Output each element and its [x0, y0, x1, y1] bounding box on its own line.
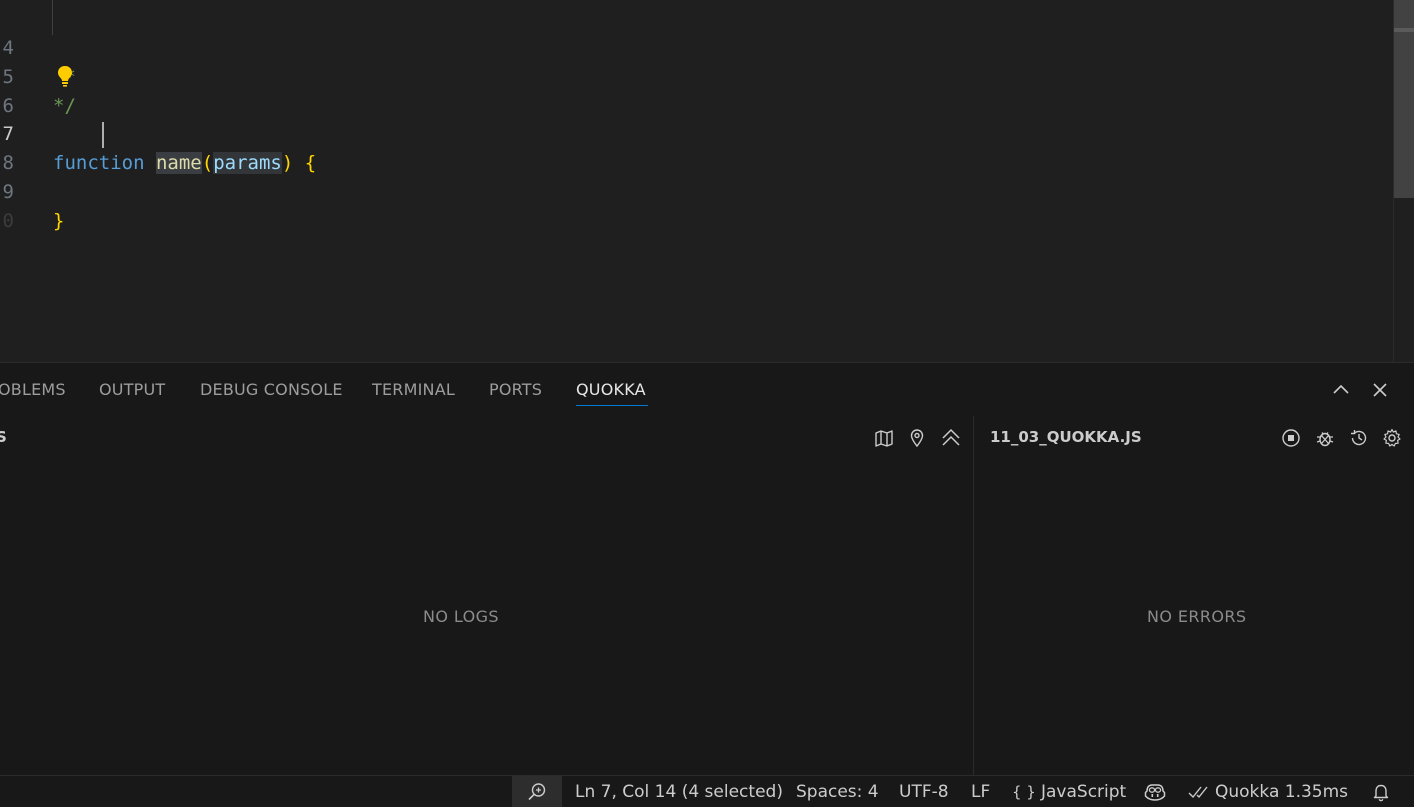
- code-line[interactable]: 6: [0, 63, 1390, 117]
- code-line[interactable]: 7 function name(params) {: [0, 91, 1390, 174]
- vscode-window: 4 * 5 */ 6 7 function name(params) { 8: [0, 0, 1414, 807]
- errors-title: 11_03_QUOKKA.JS: [990, 428, 1142, 446]
- active-tab-indicator: [576, 405, 648, 406]
- subpanel-splitter[interactable]: [973, 416, 974, 776]
- bell-icon[interactable]: [1371, 782, 1391, 802]
- tab-ports[interactable]: PORTS: [489, 380, 542, 399]
- language-mode[interactable]: JavaScript: [1041, 776, 1126, 807]
- lightbulb-icon[interactable]: [56, 65, 74, 87]
- text-cursor: [102, 122, 104, 148]
- tab-output[interactable]: OUTPUT: [99, 380, 165, 399]
- location-pin-icon[interactable]: [906, 427, 928, 449]
- map-icon[interactable]: [873, 427, 895, 449]
- history-icon[interactable]: [1348, 427, 1370, 449]
- debug-icon[interactable]: [1314, 427, 1336, 449]
- zoom-in-icon: [527, 782, 547, 802]
- quokka-status[interactable]: Quokka 1.35ms: [1215, 776, 1348, 807]
- indentation-setting[interactable]: Spaces: 4: [796, 776, 879, 807]
- line-ending[interactable]: LF: [971, 776, 990, 807]
- file-encoding[interactable]: UTF-8: [899, 776, 949, 807]
- code-editor[interactable]: 4 * 5 */ 6 7 function name(params) { 8: [0, 0, 1414, 362]
- code-line[interactable]: 9 }: [0, 149, 1390, 232]
- tab-quokka[interactable]: QUOKKA: [576, 380, 646, 399]
- tab-problems[interactable]: OBLEMS: [0, 380, 66, 399]
- code-line[interactable]: 8: [0, 120, 1390, 174]
- maximize-panel-icon[interactable]: [1330, 379, 1352, 401]
- code-line[interactable]: 4 *: [0, 5, 1390, 88]
- close-panel-icon[interactable]: [1369, 379, 1391, 401]
- tab-debug-console[interactable]: DEBUG CONSOLE: [200, 380, 343, 399]
- tab-terminal[interactable]: TERMINAL: [372, 380, 455, 399]
- panel-tab-bar: OBLEMS OUTPUT DEBUG CONSOLE TERMINAL POR…: [0, 363, 1414, 416]
- no-errors-message: NO ERRORS: [1147, 607, 1247, 626]
- code-line[interactable]: 5 */: [0, 34, 1390, 117]
- logs-title: S: [0, 428, 7, 446]
- line-number: 0: [2, 210, 14, 232]
- status-bar: Ln 7, Col 14 (4 selected) Spaces: 4 UTF-…: [0, 775, 1414, 807]
- cursor-position[interactable]: Ln 7, Col 14 (4 selected): [575, 776, 783, 807]
- bottom-panel: OBLEMS OUTPUT DEBUG CONSOLE TERMINAL POR…: [0, 362, 1414, 776]
- copilot-icon[interactable]: [1143, 782, 1167, 802]
- stop-icon[interactable]: [1280, 427, 1302, 449]
- no-logs-message: NO LOGS: [423, 607, 499, 626]
- zoom-button[interactable]: [512, 776, 562, 807]
- code-line[interactable]: 0: [0, 178, 1390, 232]
- braces-icon: { }: [1012, 783, 1036, 801]
- scrollbar-cursor-marker: [1394, 28, 1414, 32]
- settings-icon[interactable]: [1381, 427, 1403, 449]
- collapse-all-icon[interactable]: [940, 427, 962, 449]
- check-all-icon: [1188, 783, 1212, 803]
